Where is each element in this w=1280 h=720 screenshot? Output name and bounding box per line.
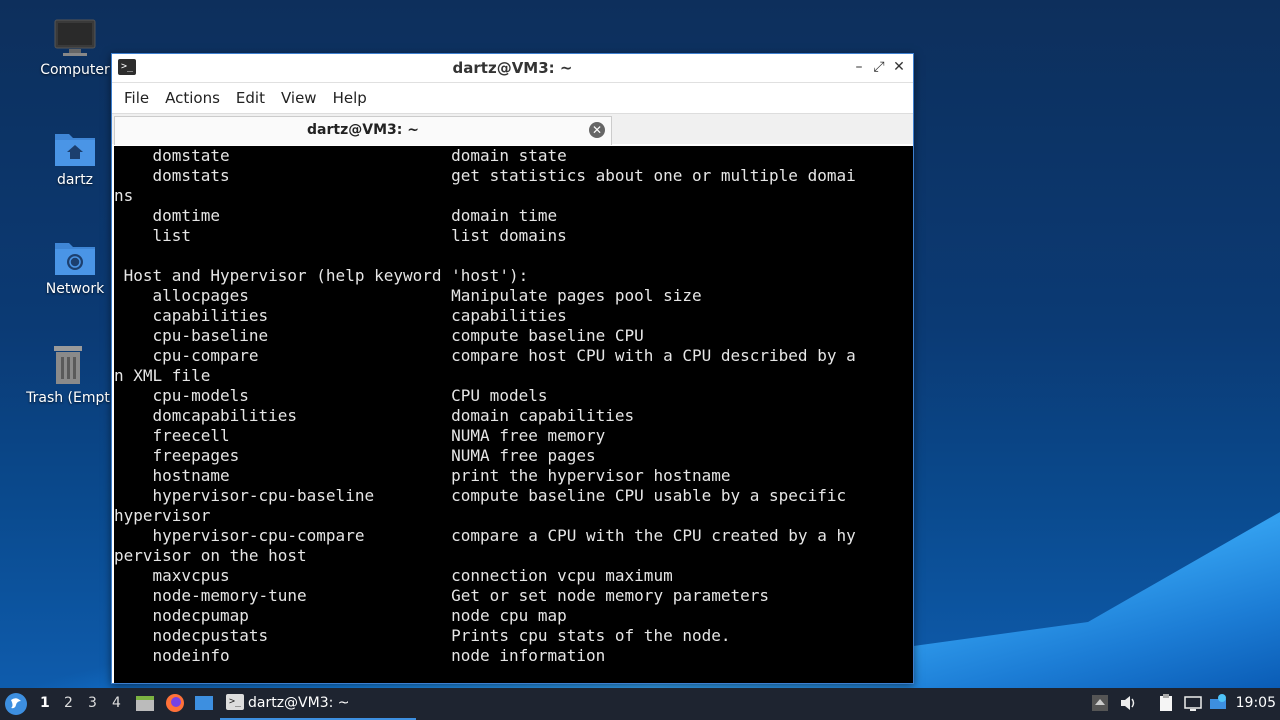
terminal-line: nodecpumap node cpu map [114, 606, 567, 625]
terminal-line: ns [114, 186, 134, 205]
taskbar-item-terminal[interactable]: >_ dartz@VM3: ~ [220, 688, 416, 720]
network-folder-icon [55, 243, 95, 275]
terminal-line: cpu-compare compare host CPU with a CPU … [114, 346, 856, 365]
clipboard-icon[interactable] [1156, 693, 1176, 713]
menu-actions[interactable]: Actions [157, 89, 228, 107]
menu-edit[interactable]: Edit [228, 89, 273, 107]
tab-terminal[interactable]: dartz@VM3: ~ ✕ [114, 116, 612, 145]
tab-close-icon[interactable]: ✕ [589, 122, 605, 138]
close-button[interactable]: ✕ [891, 59, 907, 75]
workspace-2[interactable]: 2 [64, 695, 73, 711]
terminal-line: allocpages Manipulate pages pool size [114, 286, 702, 305]
terminal-line: cpu-models CPU models [114, 386, 548, 405]
minimize-button[interactable]: – [851, 59, 867, 75]
desktop-icon-trash[interactable]: Trash (Empt [18, 344, 118, 406]
terminal-line: pervisor on the host [114, 546, 307, 565]
menu-file[interactable]: File [116, 89, 157, 107]
terminal-line: hostname print the hypervisor hostname [114, 466, 731, 485]
file-manager-icon[interactable] [134, 692, 156, 714]
terminal-line: domstate domain state [114, 146, 567, 165]
menubar: File Actions Edit View Help [112, 83, 913, 113]
notification-icon[interactable] [1208, 693, 1228, 713]
network-status-icon[interactable] [1183, 693, 1203, 713]
terminal-line: hypervisor [114, 506, 211, 525]
maximize-button[interactable]: ⤢ [871, 59, 887, 75]
show-desktop-icon[interactable] [193, 692, 215, 714]
computer-icon [54, 19, 96, 56]
home-folder-icon [55, 134, 95, 166]
terminal-line: nodecpustats Prints cpu stats of the nod… [114, 626, 731, 645]
terminal-line: domstats get statistics about one or mul… [114, 166, 856, 185]
taskbar-item-label: dartz@VM3: ~ [248, 695, 350, 711]
terminal-line: hypervisor-cpu-baseline compute baseline… [114, 486, 847, 505]
window-titlebar[interactable]: >_ dartz@VM3: ~ – ⤢ ✕ [112, 54, 913, 83]
terminal-line: cpu-baseline compute baseline CPU [114, 326, 644, 345]
tray-up-arrow-icon[interactable] [1090, 693, 1110, 713]
workspace-4[interactable]: 4 [112, 695, 121, 711]
terminal-line: freepages NUMA free pages [114, 446, 596, 465]
window-title: dartz@VM3: ~ [452, 59, 573, 77]
terminal-output[interactable]: domstate domain state domstats get stati… [114, 146, 913, 683]
tab-label: dartz@VM3: ~ [307, 122, 419, 138]
desktop-icon-label: Trash (Empt [26, 390, 110, 406]
tab-bar: dartz@VM3: ~ ✕ [112, 113, 913, 145]
terminal-line: domcapabilities domain capabilities [114, 406, 635, 425]
terminal-line: node-memory-tune Get or set node memory … [114, 586, 770, 605]
terminal-line: maxvcpus connection vcpu maximum [114, 566, 673, 585]
terminal-icon: >_ [226, 694, 244, 710]
menu-help[interactable]: Help [325, 89, 375, 107]
terminal-line: hypervisor-cpu-compare compare a CPU wit… [114, 526, 856, 545]
terminal-line: capabilities capabilities [114, 306, 567, 325]
terminal-line: n XML file [114, 366, 211, 385]
desktop-icon-label: Network [45, 281, 105, 297]
trash-icon [54, 346, 82, 384]
terminal-line: list list domains [114, 226, 567, 245]
desktop-icon-computer[interactable]: Computer [25, 18, 125, 78]
desktop-icon-home[interactable]: dartz [25, 128, 125, 188]
clock: 19:05 [1235, 695, 1276, 711]
terminal-line: domtime domain time [114, 206, 558, 225]
start-menu-icon[interactable] [4, 692, 28, 716]
taskbar: 1 2 3 4 >_ dartz@VM3: ~ 19:05 [0, 688, 1280, 720]
desktop-icon-label: dartz [56, 172, 94, 188]
terminal-window: >_ dartz@VM3: ~ – ⤢ ✕ File Actions Edit … [111, 53, 914, 684]
volume-icon[interactable] [1118, 693, 1138, 713]
desktop-icon-label: Computer [40, 62, 110, 78]
workspace-3[interactable]: 3 [88, 695, 97, 711]
menu-view[interactable]: View [273, 89, 325, 107]
firefox-icon[interactable] [164, 692, 186, 714]
terminal-line: freecell NUMA free memory [114, 426, 606, 445]
terminal-line: Host and Hypervisor (help keyword 'host'… [114, 266, 529, 285]
desktop-icon-network[interactable]: Network [25, 237, 125, 297]
terminal-line: nodeinfo node information [114, 646, 606, 665]
workspace-1[interactable]: 1 [40, 695, 50, 711]
